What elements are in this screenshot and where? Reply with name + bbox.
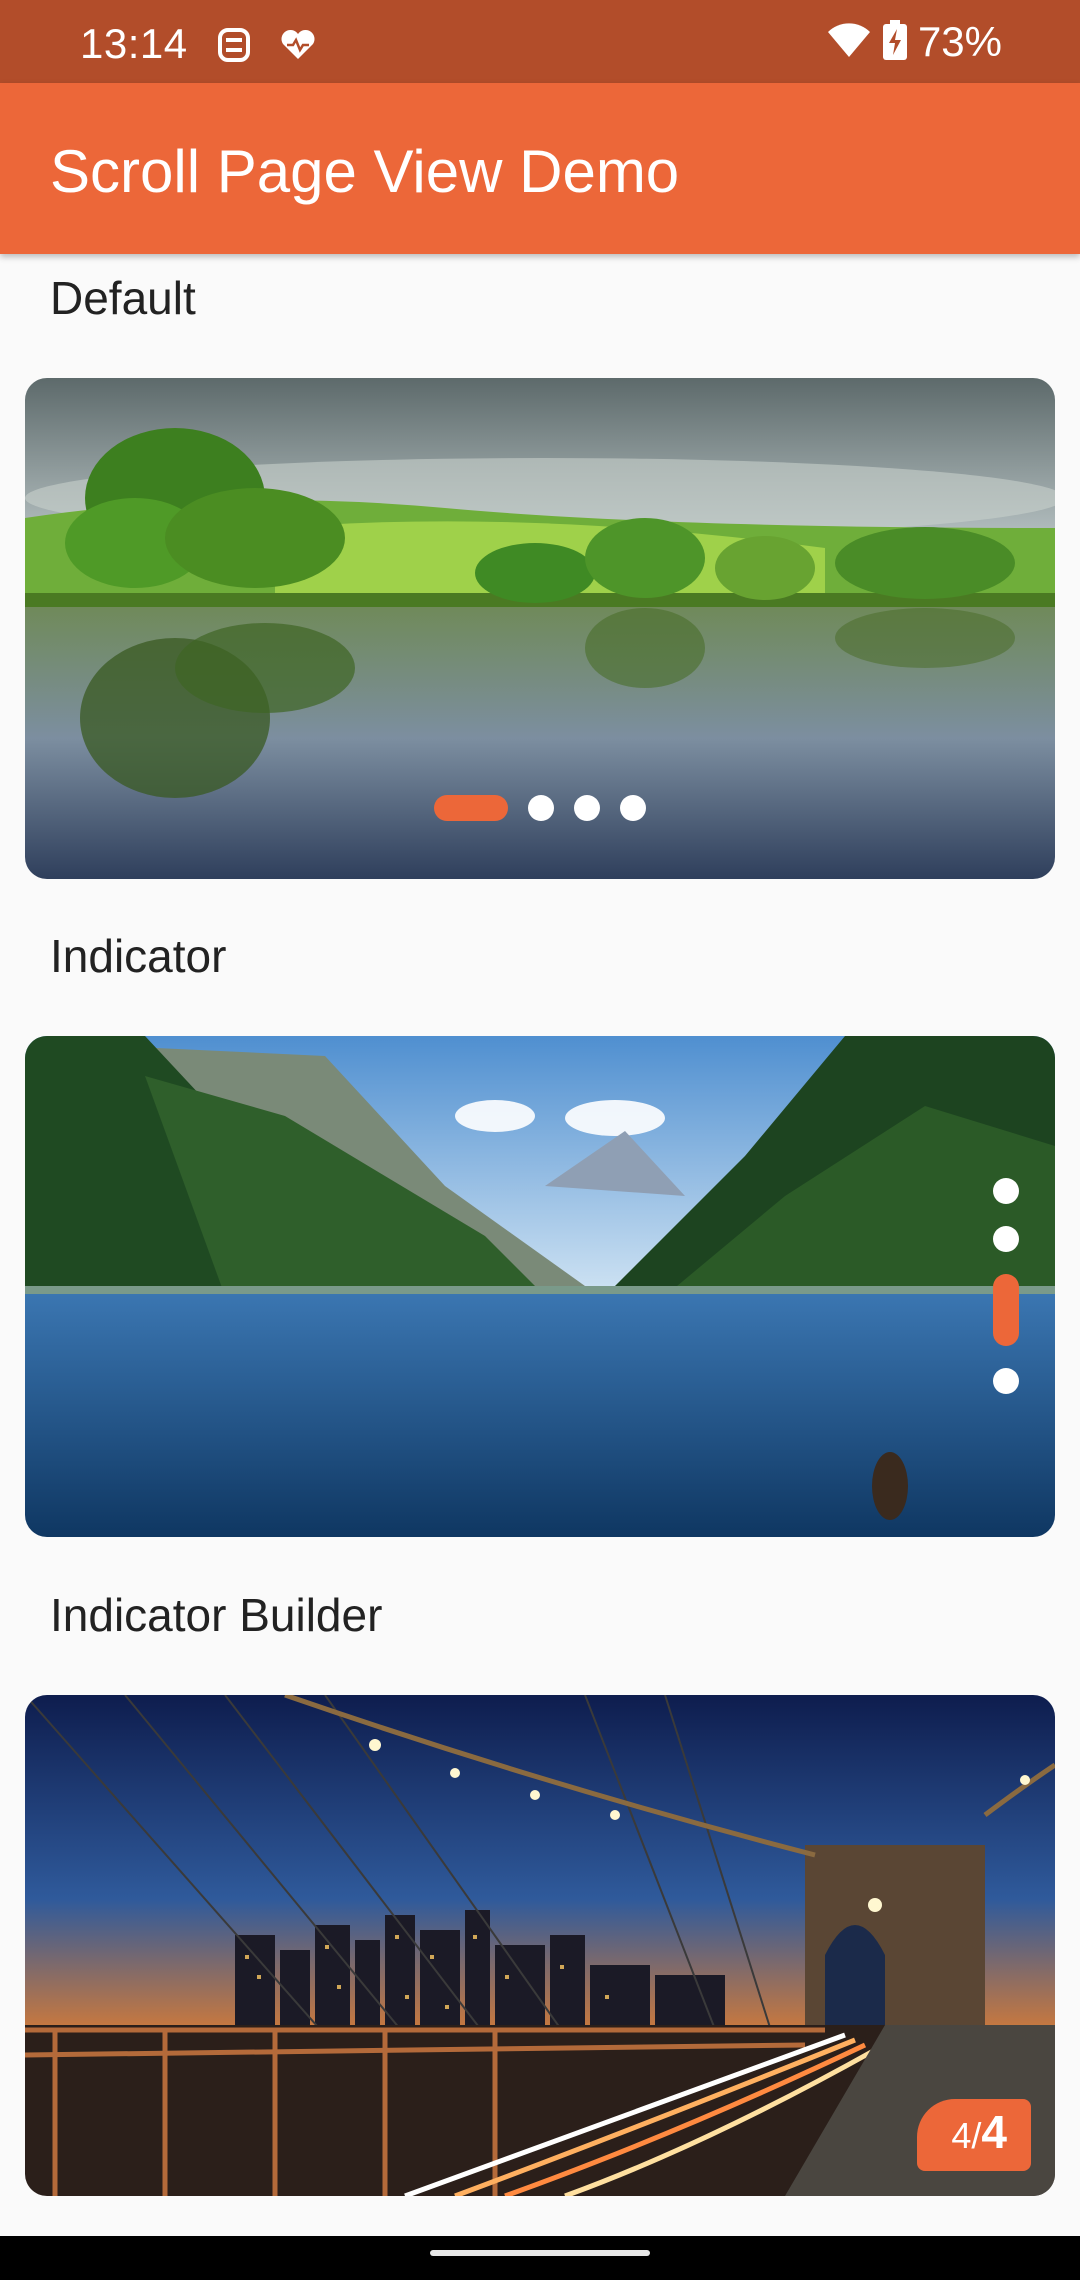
navigation-bar <box>0 2236 1080 2280</box>
page-view-indicator-builder[interactable]: 4/4 <box>25 1695 1055 2196</box>
indicator-dot <box>620 795 646 821</box>
indicator-dot <box>993 1178 1019 1204</box>
section-title-default: Default <box>50 272 196 324</box>
city-bridge-night-image <box>25 1695 1055 2196</box>
status-bar: 13:14 73% <box>0 0 1080 83</box>
home-gesture-handle[interactable] <box>430 2250 650 2256</box>
battery-charging-icon <box>882 19 908 66</box>
app-bar-title: Scroll Page View Demo <box>50 138 680 205</box>
section-title-indicator: Indicator <box>50 930 227 982</box>
indicator-dot-active <box>434 795 508 821</box>
assistant-icon <box>214 24 254 64</box>
indicator-dot <box>574 795 600 821</box>
page-view-indicator[interactable] <box>25 1036 1055 1537</box>
indicator-dot-active <box>993 1274 1019 1346</box>
wifi-icon <box>826 20 872 65</box>
page-view-default[interactable] <box>25 378 1055 879</box>
mountain-lake-image <box>25 1036 1055 1537</box>
indicator-dot <box>993 1368 1019 1394</box>
battery-percent: 73% <box>917 18 1002 65</box>
indicator-dot <box>528 795 554 821</box>
page-indicator-horizontal <box>25 795 1055 821</box>
indicator-dot <box>993 1226 1019 1252</box>
page-counter-separator: / <box>971 2115 982 2156</box>
page-indicator-vertical <box>993 1178 1019 1394</box>
page-counter-current: 4 <box>951 2115 972 2156</box>
page-counter-badge: 4/4 <box>917 2099 1031 2171</box>
app-bar: Scroll Page View Demo <box>0 83 1080 254</box>
page-counter-total: 4 <box>981 2106 1007 2158</box>
status-time: 13:14 <box>80 20 188 67</box>
section-title-indicator-builder: Indicator Builder <box>50 1589 383 1641</box>
health-icon <box>278 24 318 64</box>
